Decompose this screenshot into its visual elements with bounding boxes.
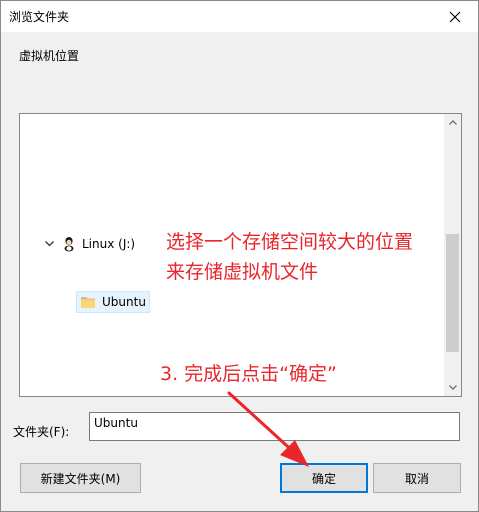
tree-item-label: Linux (J:): [82, 237, 136, 251]
tree-item-ubuntu[interactable]: Ubuntu: [76, 291, 150, 313]
folder-icon: [81, 297, 95, 308]
tree-item-label: Ubuntu: [102, 295, 146, 309]
ok-button[interactable]: 确定: [280, 463, 368, 493]
location-label: 虚拟机位置: [19, 49, 80, 63]
annotation-step-3: 3. 完成后点击“确定”: [160, 363, 337, 385]
drive-icon: [64, 237, 74, 252]
dialog-title: 浏览文件夹: [9, 10, 70, 24]
title-bar: 浏览文件夹: [1, 1, 478, 32]
tree-item-linux-drive[interactable]: Linux (J:): [42, 234, 135, 254]
annotation-instruction-line1: 选择一个存储空间较大的位置: [166, 231, 414, 253]
folder-name-input[interactable]: Ubuntu: [89, 412, 460, 441]
cancel-button[interactable]: 取消: [373, 463, 461, 493]
close-icon: [449, 11, 461, 22]
new-folder-button[interactable]: 新建文件夹(M): [20, 463, 141, 493]
folder-field-label: 文件夹(F):: [13, 425, 70, 439]
scroll-up-button[interactable]: [444, 114, 461, 131]
chevron-up-icon: [448, 120, 457, 125]
scroll-thumb[interactable]: [446, 234, 459, 352]
close-button[interactable]: [432, 1, 478, 32]
chevron-down-icon[interactable]: [42, 237, 56, 251]
scroll-down-button[interactable]: [444, 379, 461, 396]
chevron-down-icon: [448, 385, 457, 390]
annotation-instruction-line2: 来存储虚拟机文件: [166, 261, 319, 283]
vertical-scrollbar[interactable]: [444, 114, 461, 396]
selected-folder-item[interactable]: Ubuntu: [76, 291, 150, 313]
